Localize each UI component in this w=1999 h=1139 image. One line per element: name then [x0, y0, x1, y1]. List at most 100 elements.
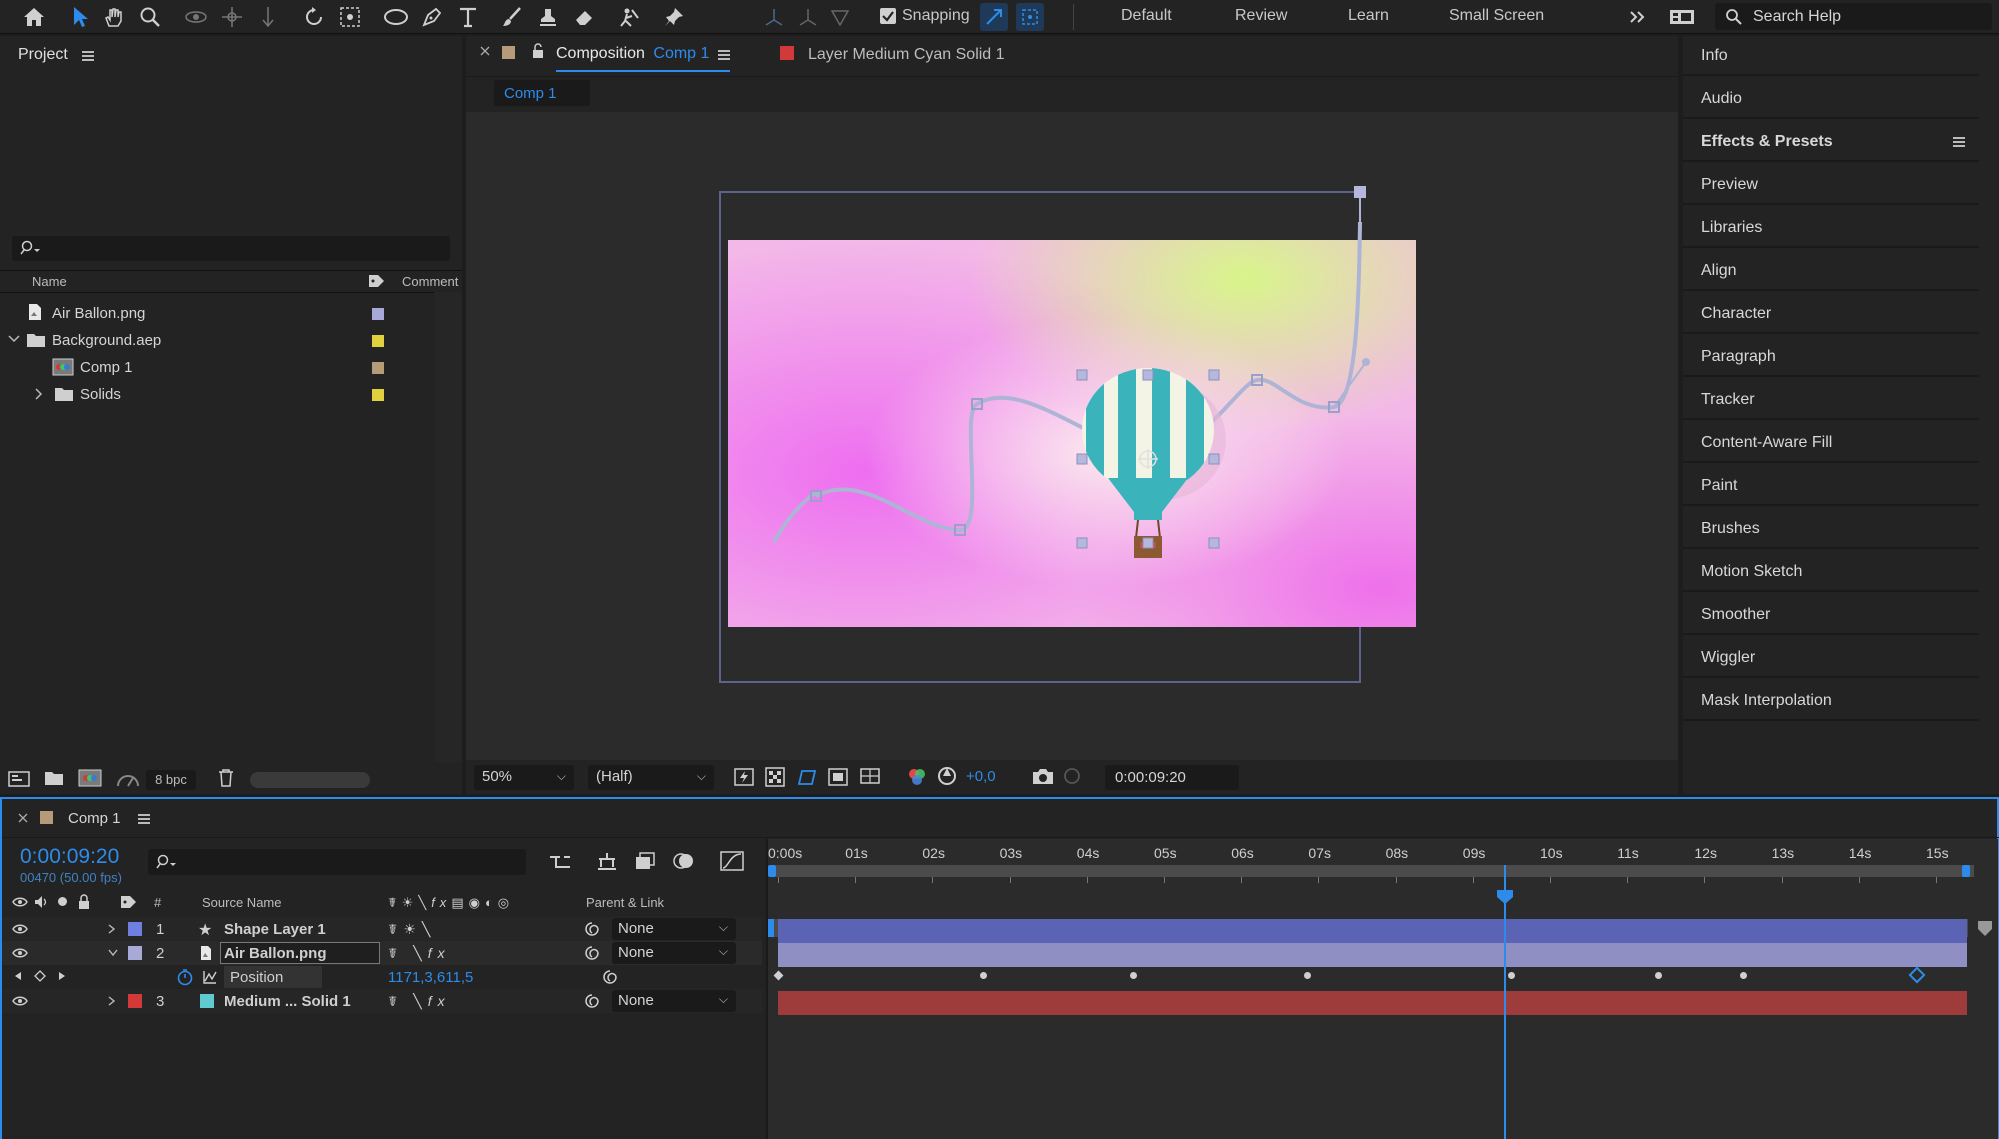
- orbit-camera-icon[interactable]: [182, 3, 210, 31]
- eye-icon[interactable]: [12, 896, 28, 908]
- layer-duration-bar[interactable]: [778, 919, 1967, 943]
- composition-flowchart-icon[interactable]: [548, 853, 572, 871]
- label-color-swatch[interactable]: [372, 335, 384, 347]
- dolly-camera-icon[interactable]: [254, 3, 282, 31]
- ellipse-tool-icon[interactable]: [382, 3, 410, 31]
- pick-whip-icon[interactable]: [584, 993, 600, 1009]
- parent-dropdown[interactable]: None ⌵: [612, 942, 736, 964]
- new-composition-icon[interactable]: [78, 769, 102, 787]
- effects-presets-menu-icon[interactable]: [1953, 137, 1965, 147]
- panel-mask-interpolation[interactable]: Mask Interpolation: [1683, 681, 1979, 721]
- close-icon[interactable]: [18, 813, 28, 823]
- show-snapshot-icon[interactable]: [1062, 767, 1082, 785]
- expression-pick-whip-icon[interactable]: [602, 969, 618, 985]
- home-icon[interactable]: [20, 3, 48, 31]
- add-keyframe-icon[interactable]: [34, 970, 46, 982]
- region-of-interest-icon[interactable]: [828, 767, 848, 787]
- new-folder-icon[interactable]: [44, 770, 64, 786]
- lock-icon[interactable]: [78, 894, 90, 910]
- transparency-grid-icon[interactable]: [765, 767, 785, 787]
- project-item-background-aep[interactable]: Background.aep: [0, 327, 434, 354]
- puppet-pin-icon[interactable]: [660, 3, 688, 31]
- chevron-right-icon[interactable]: [34, 388, 44, 400]
- layer-switches[interactable]: ☤ ╲fx: [388, 945, 451, 962]
- label-color-swatch[interactable]: [372, 389, 384, 401]
- layer-switches[interactable]: ☤ ╲fx: [388, 993, 451, 1010]
- workspace-panel-icon[interactable]: [1668, 3, 1696, 31]
- lock-icon[interactable]: [532, 43, 544, 59]
- clone-stamp-icon[interactable]: [534, 3, 562, 31]
- selection-tool-icon[interactable]: [66, 3, 94, 31]
- type-tool-icon[interactable]: [454, 3, 482, 31]
- comp-breadcrumb[interactable]: Comp 1: [494, 80, 590, 106]
- layer-tab[interactable]: Layer Medium Cyan Solid 1: [808, 46, 1005, 64]
- panel-paint[interactable]: Paint: [1683, 466, 1979, 506]
- chevron-down-icon[interactable]: [8, 334, 20, 344]
- panel-align[interactable]: Align: [1683, 251, 1979, 291]
- column-comment[interactable]: Comment: [402, 274, 458, 289]
- parent-dropdown[interactable]: None ⌵: [612, 918, 736, 940]
- panel-wiggler[interactable]: Wiggler: [1683, 638, 1979, 678]
- mask-path-visibility-icon[interactable]: [796, 767, 818, 787]
- panel-info[interactable]: Info: [1683, 36, 1979, 76]
- workspace-default[interactable]: Default: [1121, 7, 1172, 25]
- current-time-display[interactable]: 0:00:09:20: [1105, 765, 1239, 790]
- zoom-tool-icon[interactable]: [136, 3, 164, 31]
- layer-name[interactable]: Air Ballon.png: [224, 945, 327, 962]
- panel-paragraph[interactable]: Paragraph: [1683, 337, 1979, 377]
- position-keyframe[interactable]: [1908, 966, 1926, 984]
- composition-viewer[interactable]: [466, 112, 1678, 760]
- frame-blending-icon[interactable]: [634, 851, 656, 871]
- chevron-right-icon[interactable]: [108, 924, 116, 934]
- label-tag-icon[interactable]: [120, 895, 138, 909]
- parent-dropdown[interactable]: None ⌵: [612, 990, 736, 1012]
- previous-keyframe-icon[interactable]: [14, 971, 22, 981]
- position-value[interactable]: 1171,3,611,5: [388, 969, 473, 986]
- draft-3d-icon[interactable]: [596, 851, 618, 871]
- position-keyframe[interactable]: [979, 972, 987, 979]
- composition-menu-icon[interactable]: [718, 50, 730, 60]
- position-keyframe[interactable]: [1130, 972, 1138, 979]
- rotation-tool-icon[interactable]: [300, 3, 328, 31]
- position-keyframe[interactable]: [1740, 972, 1747, 979]
- panel-tracker[interactable]: Tracker: [1683, 380, 1979, 420]
- composition-tab[interactable]: Composition Comp 1: [556, 45, 709, 63]
- project-item-comp-1[interactable]: Comp 1: [0, 354, 434, 381]
- pen-tool-icon[interactable]: [418, 3, 446, 31]
- work-area-end-handle[interactable]: [1962, 865, 1970, 877]
- composition-canvas[interactable]: [466, 112, 1678, 760]
- solo-icon[interactable]: [58, 897, 67, 906]
- label-color-swatch[interactable]: [128, 994, 142, 1008]
- timeline-comp-name[interactable]: Comp 1: [68, 810, 121, 827]
- panel-brushes[interactable]: Brushes: [1683, 509, 1979, 549]
- bit-depth-button[interactable]: 8 bpc: [146, 770, 196, 790]
- panel-preview[interactable]: Preview: [1683, 165, 1979, 205]
- label-color-swatch[interactable]: [372, 362, 384, 374]
- project-settings-icon[interactable]: [116, 770, 140, 788]
- panel-effects-presets[interactable]: Effects & Presets: [1683, 122, 1979, 162]
- snapping-checkbox[interactable]: [880, 8, 896, 24]
- label-color-swatch[interactable]: [128, 922, 142, 936]
- layer-row[interactable]: 1 ★ Shape Layer 1 ☤☀╲ None ⌵: [2, 917, 762, 941]
- close-icon[interactable]: [480, 46, 490, 56]
- column-name[interactable]: Name: [32, 274, 67, 289]
- timeline-current-time[interactable]: 0:00:09:20: [20, 845, 119, 869]
- work-area-start-handle[interactable]: [768, 865, 776, 877]
- snapshot-camera-icon[interactable]: [1032, 767, 1054, 785]
- label-tag-icon[interactable]: [368, 274, 386, 288]
- position-keyframe[interactable]: [1655, 972, 1663, 979]
- speaker-icon[interactable]: [34, 895, 50, 909]
- more-workspaces-icon[interactable]: [1623, 3, 1651, 31]
- project-menu-icon[interactable]: [82, 51, 94, 61]
- column-number[interactable]: #: [154, 895, 161, 910]
- eye-icon[interactable]: [12, 995, 28, 1007]
- layer-search-input[interactable]: [148, 849, 526, 875]
- panel-libraries[interactable]: Libraries: [1683, 208, 1979, 248]
- chevron-right-icon[interactable]: [108, 996, 116, 1006]
- project-item-solids[interactable]: Solids: [0, 381, 434, 408]
- search-help-field[interactable]: Search Help: [1715, 3, 1992, 30]
- project-panel-title[interactable]: Project: [18, 46, 68, 64]
- layer-row[interactable]: 3 Medium ... Solid 1 ☤ ╲fx None ⌵: [2, 989, 762, 1013]
- reset-exposure-icon[interactable]: [937, 766, 957, 786]
- hand-tool-icon[interactable]: [100, 3, 128, 31]
